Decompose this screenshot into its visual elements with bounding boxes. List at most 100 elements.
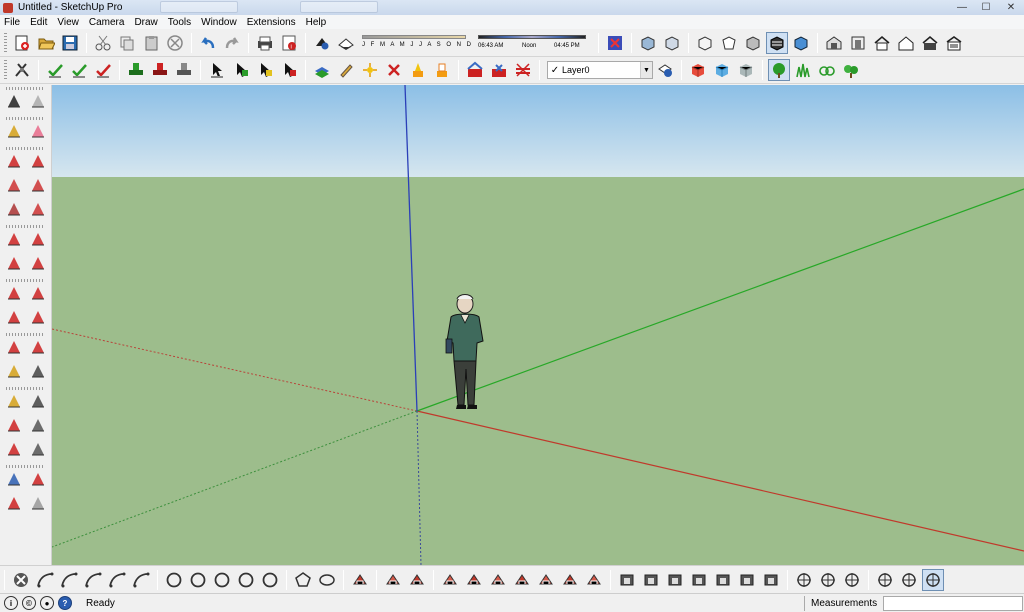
solid-g-button[interactable]: [712, 569, 734, 591]
push-face-button[interactable]: [349, 569, 371, 591]
toolbar-grip[interactable]: [6, 387, 44, 390]
cube-view-b-button[interactable]: [922, 568, 944, 591]
month-slider-track[interactable]: [362, 34, 466, 39]
fog-button[interactable]: [335, 32, 357, 54]
toolbar-grip[interactable]: [6, 333, 44, 336]
solid-d-button[interactable]: [640, 569, 662, 591]
toolbar-grip[interactable]: [4, 32, 7, 53]
shadow-time-slider[interactable]: 06:43 AM Noon 04:45 PM: [478, 32, 590, 54]
polygon-icon[interactable]: [28, 199, 48, 219]
axes-icon[interactable]: [4, 415, 24, 435]
minimize-button[interactable]: —: [950, 0, 974, 15]
undo-button[interactable]: [197, 32, 219, 54]
sparkle-button[interactable]: [359, 59, 381, 81]
arc-icon[interactable]: [4, 229, 24, 249]
menu-edit[interactable]: Edit: [30, 17, 47, 28]
arrow-yellow-button[interactable]: [254, 59, 276, 81]
arc-d-button[interactable]: [106, 569, 128, 591]
line-icon[interactable]: [4, 151, 24, 171]
wireframe-button[interactable]: [742, 32, 764, 54]
layer-stack-button[interactable]: [311, 59, 333, 81]
solid-f-button[interactable]: [688, 569, 710, 591]
toolbar-grip[interactable]: [6, 465, 44, 468]
tree-button[interactable]: [768, 59, 790, 81]
sandbox-tools-button[interactable]: [10, 569, 32, 591]
pie-icon[interactable]: [28, 253, 48, 273]
pan-icon[interactable]: [28, 439, 48, 459]
chevron-down-icon[interactable]: ▼: [640, 62, 652, 78]
shaded-button[interactable]: [790, 32, 812, 54]
pan-b-button[interactable]: [817, 569, 839, 591]
time-slider-track[interactable]: [478, 34, 586, 39]
freehand-icon[interactable]: [28, 151, 48, 171]
toolbar-grip[interactable]: [6, 225, 44, 228]
print-button[interactable]: [254, 32, 276, 54]
menu-extensions[interactable]: Extensions: [247, 17, 296, 28]
share-model-button[interactable]: [847, 32, 869, 54]
stamp-green-button[interactable]: [125, 59, 147, 81]
maximize-button[interactable]: ☐: [974, 0, 998, 15]
top-view-button[interactable]: [661, 32, 683, 54]
sand-c-button[interactable]: [511, 569, 533, 591]
solid-b-button[interactable]: [439, 569, 461, 591]
hand-button[interactable]: [382, 569, 404, 591]
menu-camera[interactable]: Camera: [89, 17, 125, 28]
pencil-layer-button[interactable]: [335, 59, 357, 81]
target-button[interactable]: [874, 569, 896, 591]
text-icon[interactable]: [28, 391, 48, 411]
protractor-icon[interactable]: [4, 391, 24, 411]
stamp-red-button[interactable]: [149, 59, 171, 81]
cube-gray-button[interactable]: [735, 59, 757, 81]
select-icon[interactable]: [4, 91, 24, 111]
sand-a-button[interactable]: [463, 569, 485, 591]
close-red-button[interactable]: [383, 59, 405, 81]
scale-icon[interactable]: [4, 337, 24, 357]
previous-view-icon[interactable]: [28, 493, 48, 513]
check-a-button[interactable]: [68, 59, 90, 81]
hidden-line-button[interactable]: [766, 31, 788, 54]
section-red-b-button[interactable]: [488, 59, 510, 81]
help-icon[interactable]: ?: [58, 596, 72, 610]
sandbox-tools-button[interactable]: [11, 59, 33, 81]
eraser-icon[interactable]: [28, 121, 48, 141]
grass-button[interactable]: [792, 59, 814, 81]
offset-icon[interactable]: [28, 337, 48, 357]
bush-button[interactable]: [816, 59, 838, 81]
cube-blue-button[interactable]: [711, 59, 733, 81]
redo-button[interactable]: [221, 32, 243, 54]
plant-button[interactable]: [840, 59, 862, 81]
model-viewport[interactable]: [52, 85, 1024, 565]
cube-view-button[interactable]: [898, 569, 920, 591]
circle-c-button[interactable]: [235, 569, 257, 591]
menu-draw[interactable]: Draw: [134, 17, 157, 28]
cube-red-button[interactable]: [687, 59, 709, 81]
polygon-pent-button[interactable]: [292, 569, 314, 591]
house-outline-button[interactable]: [895, 32, 917, 54]
shadows-toggle-button[interactable]: [311, 32, 333, 54]
menu-help[interactable]: Help: [306, 17, 327, 28]
circle-d-button[interactable]: [259, 569, 281, 591]
rotated-rectangle-icon[interactable]: [28, 175, 48, 195]
geo-location-icon[interactable]: i: [4, 596, 18, 610]
circle-icon[interactable]: [4, 199, 24, 219]
tape-measure-icon[interactable]: [4, 361, 24, 381]
user-icon[interactable]: ●: [40, 596, 54, 610]
rectangle-icon[interactable]: [4, 175, 24, 195]
arc-b-button[interactable]: [58, 569, 80, 591]
layer-dropdown[interactable]: ✓ Layer0 ▼: [547, 61, 653, 79]
arc-c-button[interactable]: [82, 569, 104, 591]
warehouse-button[interactable]: [823, 32, 845, 54]
credits-icon[interactable]: ©: [22, 596, 36, 610]
three-point-arc-icon[interactable]: [4, 253, 24, 273]
paint-bucket-icon[interactable]: [4, 121, 24, 141]
section-red-button[interactable]: [464, 59, 486, 81]
open-button[interactable]: [35, 32, 57, 54]
solid-e-button[interactable]: [664, 569, 686, 591]
toolbar-grip[interactable]: [6, 279, 44, 282]
toolbar-grip[interactable]: [6, 87, 44, 90]
solid-i-button[interactable]: [760, 569, 782, 591]
shadow-month-slider[interactable]: J F M A M J J A S O N D: [362, 32, 471, 54]
sand-f-button[interactable]: [583, 569, 605, 591]
axis-b-button[interactable]: [841, 569, 863, 591]
follow-me-icon[interactable]: [28, 307, 48, 327]
